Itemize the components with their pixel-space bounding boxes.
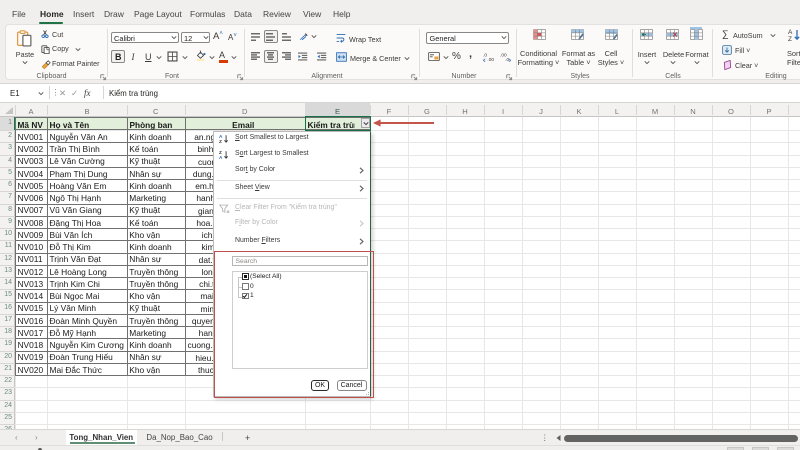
svg-text:.0: .0 [505, 57, 509, 62]
svg-text:A: A [219, 155, 223, 160]
svg-text:Z: Z [788, 36, 792, 42]
svg-text:Z: Z [219, 139, 222, 144]
svg-text:.00: .00 [487, 57, 494, 62]
svg-text:.0: .0 [483, 52, 487, 58]
svg-text:A: A [788, 29, 793, 36]
